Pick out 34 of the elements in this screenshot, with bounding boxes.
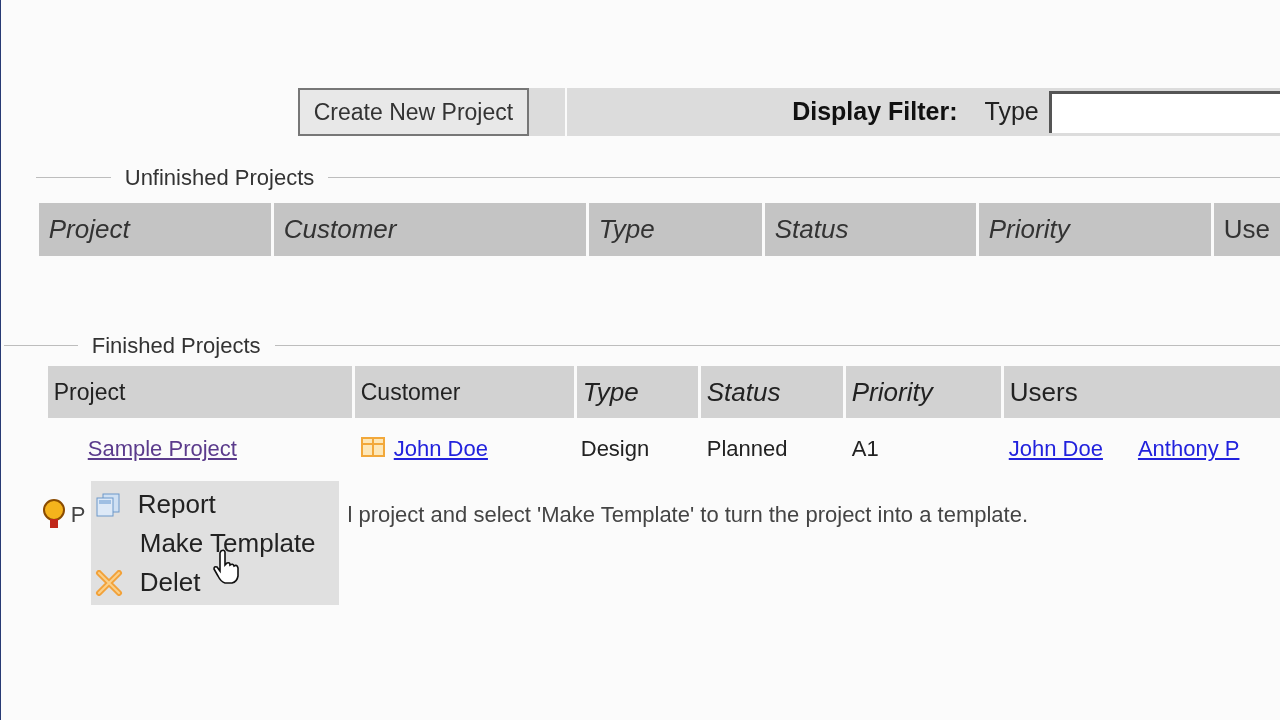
column-header: Priority [978, 203, 1211, 256]
customer-link[interactable]: John Doe [393, 431, 488, 465]
cross-icon [94, 569, 123, 596]
table-cell-text: Design [579, 434, 651, 463]
user-link[interactable]: Anthony P [1137, 431, 1240, 465]
section-title: Finished Projects [90, 331, 262, 360]
column-header: Customer [273, 203, 586, 256]
display-filter-label: Display Filter: [792, 96, 958, 128]
column-header: Type [588, 203, 762, 256]
column-header: Priority [845, 366, 1001, 418]
column-header: Type [576, 366, 698, 418]
create-project-button[interactable]: Create New Project [297, 88, 530, 136]
calendar-icon [360, 437, 385, 459]
lightbulb-icon [40, 498, 67, 530]
user-link[interactable]: John Doe [1008, 431, 1103, 465]
column-header: Project [38, 203, 271, 256]
type-filter-field[interactable] [1048, 91, 1280, 133]
column-header: Users [1003, 366, 1280, 418]
hint-text: P [70, 500, 86, 529]
type-label: Type [984, 96, 1039, 128]
column-header: Project [47, 366, 352, 418]
column-header: Use [1213, 203, 1280, 256]
project-link[interactable]: Sample Project [87, 435, 237, 461]
table-cell-text: A1 [850, 434, 880, 463]
menu-item[interactable]: Report [90, 485, 339, 524]
column-header: Status [700, 366, 843, 418]
column-header: Status [764, 203, 976, 256]
hint-text: l project and select 'Make Template' to turn the project into a template. [347, 500, 1029, 529]
section-title: Unfinished Projects [123, 163, 316, 192]
menu-item[interactable]: Make Template [90, 524, 339, 563]
column-header: Customer [354, 366, 574, 418]
table-cell-text: Planned [705, 434, 789, 463]
documents-icon [94, 492, 121, 517]
menu-item[interactable]: Delet [90, 563, 339, 602]
